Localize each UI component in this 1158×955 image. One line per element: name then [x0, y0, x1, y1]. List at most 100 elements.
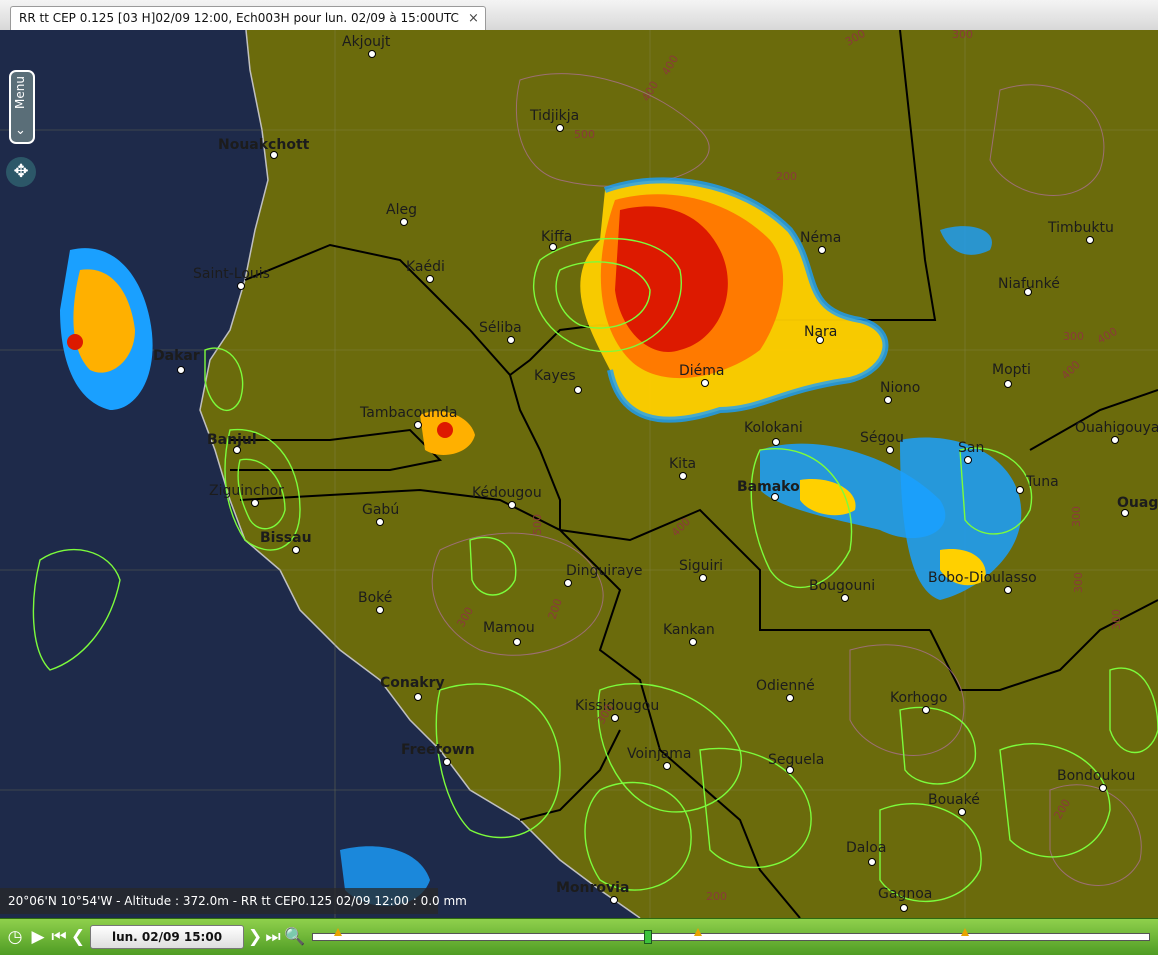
menu-button[interactable]: Menu ⌄: [9, 70, 35, 144]
city-label: Boké: [358, 590, 392, 606]
city-dot: [426, 275, 434, 283]
city-label: Akjoujt: [342, 34, 391, 50]
city-label: Daloa: [846, 840, 886, 856]
city-label: Tidjikja: [529, 108, 579, 124]
city-dot: [414, 421, 422, 429]
city-label: Voinjama: [627, 746, 692, 762]
city-label: Seguela: [768, 752, 824, 768]
city-label: Aleg: [386, 202, 417, 218]
city-dot: [958, 808, 966, 816]
altitude-label: 200: [706, 890, 727, 903]
city-label: Timbuktu: [1047, 220, 1114, 236]
city-label: Mamou: [483, 620, 535, 636]
city-label: Diéma: [679, 363, 725, 379]
city-dot: [376, 518, 384, 526]
city-dot: [884, 396, 892, 404]
clock-icon[interactable]: ◷: [4, 924, 26, 950]
altitude-label: 300: [1070, 506, 1083, 527]
city-label: Gagnoa: [878, 886, 932, 902]
city-dot: [922, 706, 930, 714]
city-label: Kolokani: [744, 420, 803, 436]
city-label: Ziguinchor: [209, 483, 284, 499]
city-dot: [900, 904, 908, 912]
city-label: Kaédi: [406, 259, 445, 275]
timeline-handle[interactable]: [644, 930, 653, 944]
altitude-label: 300: [1072, 572, 1085, 593]
city-label: Dinguiraye: [566, 563, 642, 579]
city-dot: [1004, 380, 1012, 388]
city-label: Kédougou: [472, 485, 542, 501]
coordinate-readout: 20°06'N 10°54'W - Altitude : 372.0m - RR…: [0, 888, 467, 914]
city-label: Ségou: [860, 430, 904, 446]
city-label: Banjul: [207, 432, 257, 448]
city-label: Freetown: [401, 742, 475, 758]
city-label: Bondoukou: [1057, 768, 1135, 784]
city-label: Kita: [669, 456, 696, 472]
city-label: Gabú: [362, 502, 399, 518]
city-dot: [1016, 486, 1024, 494]
city-label: Korhogo: [890, 690, 947, 706]
city-dot: [508, 501, 516, 509]
city-dot: [1086, 236, 1094, 244]
city-dot: [699, 574, 707, 582]
city-dot: [1004, 586, 1012, 594]
pan-icon[interactable]: ✥: [6, 157, 36, 187]
map-canvas[interactable]: Akjoujt Nouakchott Tidjikja Aleg Kiffa Néma Ti…: [0, 30, 1158, 918]
city-label: Bougouni: [809, 578, 875, 594]
next-icon[interactable]: ❯: [248, 924, 262, 950]
city-label: Bissau: [260, 530, 312, 546]
city-label: Bamako: [737, 479, 800, 495]
city-dot: [786, 694, 794, 702]
altitude-label: 300: [1063, 330, 1084, 343]
city-dot: [400, 218, 408, 226]
city-dot: [368, 50, 376, 58]
city-label: Conakry: [380, 675, 445, 691]
city-dot: [177, 366, 185, 374]
weather-map[interactable]: Akjoujt Nouakchott Tidjikja Aleg Kiffa Néma Ti…: [0, 30, 1158, 918]
city-dot: [237, 282, 245, 290]
city-label: Tambacounda: [359, 405, 457, 421]
first-frame-icon[interactable]: ⏮: [50, 924, 68, 950]
city-label: Ouagadougou: [1117, 495, 1158, 511]
city-dot: [376, 606, 384, 614]
date-field[interactable]: lun. 02/09 15:00: [90, 925, 244, 949]
city-dot: [868, 858, 876, 866]
tab-map-layer[interactable]: RR tt CEP 0.125 [03 H]02/09 12:00, Ech00…: [10, 6, 486, 30]
city-label: Kiffa: [541, 229, 572, 245]
city-dot: [443, 758, 451, 766]
city-dot: [886, 446, 894, 454]
city-label: Monrovia: [556, 880, 629, 896]
altitude-label: 500: [574, 128, 595, 141]
city-label: Nouakchott: [218, 137, 310, 153]
city-label: Tuna: [1025, 474, 1059, 490]
city-dot: [964, 456, 972, 464]
timeline-slider[interactable]: [312, 928, 1150, 944]
city-label: Niono: [880, 380, 920, 396]
city-dot: [507, 336, 515, 344]
city-dot: [610, 896, 618, 904]
city-dot: [679, 472, 687, 480]
city-dot: [772, 438, 780, 446]
tab-bar: RR tt CEP 0.125 [03 H]02/09 12:00, Ech00…: [0, 0, 1158, 31]
chevron-down-icon: ⌄: [15, 123, 26, 138]
city-label: Kayes: [534, 368, 576, 384]
close-icon[interactable]: ×: [468, 7, 479, 30]
play-icon[interactable]: ▶: [28, 924, 48, 950]
previous-icon[interactable]: ❮: [70, 924, 86, 950]
city-label: Dakar: [153, 348, 200, 364]
city-dot: [414, 693, 422, 701]
zoom-icon[interactable]: 🔍: [284, 924, 305, 950]
city-dot: [1099, 784, 1107, 792]
city-label: Bobo-Dioulasso: [928, 570, 1037, 586]
city-dot: [701, 379, 709, 387]
altitude-label: 500: [531, 514, 544, 535]
altitude-label: 300: [1110, 609, 1123, 630]
last-frame-icon[interactable]: ⏭: [264, 924, 282, 950]
city-label: Odienné: [756, 678, 815, 694]
city-label: San: [958, 440, 984, 456]
city-label: Bouaké: [928, 792, 980, 808]
altitude-label: 300: [952, 30, 973, 41]
city-dot: [818, 246, 826, 254]
city-label: Mopti: [992, 362, 1031, 378]
altitude-label: 200: [776, 170, 797, 183]
